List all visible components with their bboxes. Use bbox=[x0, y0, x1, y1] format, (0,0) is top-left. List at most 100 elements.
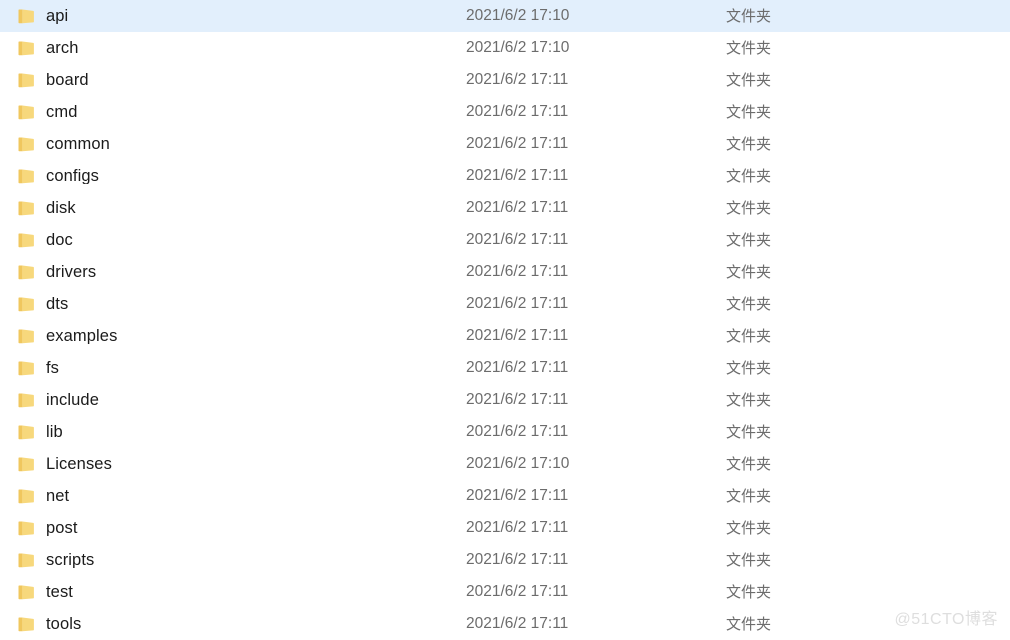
file-row-licenses[interactable]: Licenses 2021/6/2 17:10 文件夹 bbox=[0, 448, 1010, 480]
file-type: 文件夹 bbox=[726, 327, 772, 345]
file-name-cell[interactable]: cmd bbox=[0, 104, 466, 121]
file-list[interactable]: api 2021/6/2 17:10 文件夹 arch 2021/6/2 17:… bbox=[0, 0, 1010, 640]
folder-icon bbox=[18, 233, 35, 248]
folder-icon bbox=[18, 393, 35, 408]
file-name-label: examples bbox=[46, 327, 118, 345]
file-date-modified: 2021/6/2 17:11 bbox=[466, 199, 569, 217]
file-date-modified: 2021/6/2 17:11 bbox=[466, 615, 569, 633]
file-row-fs[interactable]: fs 2021/6/2 17:11 文件夹 bbox=[0, 352, 1010, 384]
folder-icon bbox=[18, 73, 35, 88]
file-type: 文件夹 bbox=[726, 263, 772, 281]
file-name-label: configs bbox=[46, 167, 99, 185]
file-name-cell[interactable]: test bbox=[0, 584, 466, 601]
file-date-modified: 2021/6/2 17:10 bbox=[466, 455, 570, 473]
file-row-test[interactable]: test 2021/6/2 17:11 文件夹 bbox=[0, 576, 1010, 608]
file-date-modified: 2021/6/2 17:11 bbox=[466, 487, 569, 505]
file-name-cell[interactable]: api bbox=[0, 8, 466, 25]
file-name-label: test bbox=[46, 583, 73, 601]
file-row-dts[interactable]: dts 2021/6/2 17:11 文件夹 bbox=[0, 288, 1010, 320]
file-name-label: fs bbox=[46, 359, 60, 377]
file-name-cell[interactable]: arch bbox=[0, 40, 466, 57]
file-row-board[interactable]: board 2021/6/2 17:11 文件夹 bbox=[0, 64, 1010, 96]
file-row-cmd[interactable]: cmd 2021/6/2 17:11 文件夹 bbox=[0, 96, 1010, 128]
file-type: 文件夹 bbox=[726, 615, 772, 633]
folder-icon bbox=[18, 489, 35, 504]
file-date-modified: 2021/6/2 17:11 bbox=[466, 103, 569, 121]
file-type: 文件夹 bbox=[726, 487, 772, 505]
file-name-label: api bbox=[46, 7, 69, 25]
file-name-label: tools bbox=[46, 615, 82, 633]
file-type: 文件夹 bbox=[726, 103, 772, 121]
file-name-label: drivers bbox=[46, 263, 97, 281]
file-name-cell[interactable]: doc bbox=[0, 232, 466, 249]
file-name-cell[interactable]: net bbox=[0, 488, 466, 505]
file-name-label: include bbox=[46, 391, 99, 409]
folder-icon bbox=[18, 41, 35, 56]
folder-icon bbox=[18, 105, 35, 120]
file-row-post[interactable]: post 2021/6/2 17:11 文件夹 bbox=[0, 512, 1010, 544]
file-row-disk[interactable]: disk 2021/6/2 17:11 文件夹 bbox=[0, 192, 1010, 224]
file-row-net[interactable]: net 2021/6/2 17:11 文件夹 bbox=[0, 480, 1010, 512]
file-name-label: common bbox=[46, 135, 110, 153]
file-name-cell[interactable]: examples bbox=[0, 328, 466, 345]
file-name-cell[interactable]: disk bbox=[0, 200, 466, 217]
file-name-cell[interactable]: include bbox=[0, 392, 466, 409]
file-date-modified: 2021/6/2 17:11 bbox=[466, 167, 569, 185]
file-row-drivers[interactable]: drivers 2021/6/2 17:11 文件夹 bbox=[0, 256, 1010, 288]
file-name-cell[interactable]: tools bbox=[0, 616, 466, 633]
file-type: 文件夹 bbox=[726, 71, 772, 89]
file-type: 文件夹 bbox=[726, 231, 772, 249]
file-date-modified: 2021/6/2 17:10 bbox=[466, 39, 570, 57]
folder-icon bbox=[18, 9, 35, 24]
file-date-modified: 2021/6/2 17:11 bbox=[466, 391, 569, 409]
folder-icon bbox=[18, 425, 35, 440]
file-name-label: net bbox=[46, 487, 70, 505]
folder-icon bbox=[18, 329, 35, 344]
file-date-modified: 2021/6/2 17:11 bbox=[466, 583, 569, 601]
file-row-configs[interactable]: configs 2021/6/2 17:11 文件夹 bbox=[0, 160, 1010, 192]
file-type: 文件夹 bbox=[726, 455, 772, 473]
file-type: 文件夹 bbox=[726, 391, 772, 409]
file-name-cell[interactable]: dts bbox=[0, 296, 466, 313]
file-row-examples[interactable]: examples 2021/6/2 17:11 文件夹 bbox=[0, 320, 1010, 352]
file-date-modified: 2021/6/2 17:11 bbox=[466, 135, 569, 153]
file-date-modified: 2021/6/2 17:11 bbox=[466, 231, 569, 249]
file-name-label: cmd bbox=[46, 103, 78, 121]
file-name-cell[interactable]: lib bbox=[0, 424, 466, 441]
file-row-include[interactable]: include 2021/6/2 17:11 文件夹 bbox=[0, 384, 1010, 416]
file-row-arch[interactable]: arch 2021/6/2 17:10 文件夹 bbox=[0, 32, 1010, 64]
file-row-scripts[interactable]: scripts 2021/6/2 17:11 文件夹 bbox=[0, 544, 1010, 576]
file-name-label: scripts bbox=[46, 551, 95, 569]
file-type: 文件夹 bbox=[726, 199, 772, 217]
file-type: 文件夹 bbox=[726, 39, 772, 57]
file-date-modified: 2021/6/2 17:11 bbox=[466, 295, 569, 313]
file-row-doc[interactable]: doc 2021/6/2 17:11 文件夹 bbox=[0, 224, 1010, 256]
file-type: 文件夹 bbox=[726, 295, 772, 313]
file-name-cell[interactable]: post bbox=[0, 520, 466, 537]
folder-icon bbox=[18, 201, 35, 216]
file-name-cell[interactable]: scripts bbox=[0, 552, 466, 569]
file-row-common[interactable]: common 2021/6/2 17:11 文件夹 bbox=[0, 128, 1010, 160]
file-type: 文件夹 bbox=[726, 359, 772, 377]
folder-icon bbox=[18, 297, 35, 312]
file-date-modified: 2021/6/2 17:11 bbox=[466, 519, 569, 537]
file-name-cell[interactable]: drivers bbox=[0, 264, 466, 281]
folder-icon bbox=[18, 169, 35, 184]
file-name-cell[interactable]: board bbox=[0, 72, 466, 89]
file-name-label: disk bbox=[46, 199, 76, 217]
file-name-cell[interactable]: Licenses bbox=[0, 456, 466, 473]
file-name-cell[interactable]: configs bbox=[0, 168, 466, 185]
folder-icon bbox=[18, 361, 35, 376]
file-name-label: arch bbox=[46, 39, 79, 57]
file-name-label: post bbox=[46, 519, 78, 537]
file-name-label: doc bbox=[46, 231, 73, 249]
file-type: 文件夹 bbox=[726, 551, 772, 569]
file-name-cell[interactable]: fs bbox=[0, 360, 466, 377]
file-type: 文件夹 bbox=[726, 167, 772, 185]
file-row-api[interactable]: api 2021/6/2 17:10 文件夹 bbox=[0, 0, 1010, 32]
file-name-cell[interactable]: common bbox=[0, 136, 466, 153]
file-name-label: Licenses bbox=[46, 455, 112, 473]
file-row-tools[interactable]: tools 2021/6/2 17:11 文件夹 bbox=[0, 608, 1010, 640]
file-date-modified: 2021/6/2 17:11 bbox=[466, 423, 569, 441]
file-row-lib[interactable]: lib 2021/6/2 17:11 文件夹 bbox=[0, 416, 1010, 448]
